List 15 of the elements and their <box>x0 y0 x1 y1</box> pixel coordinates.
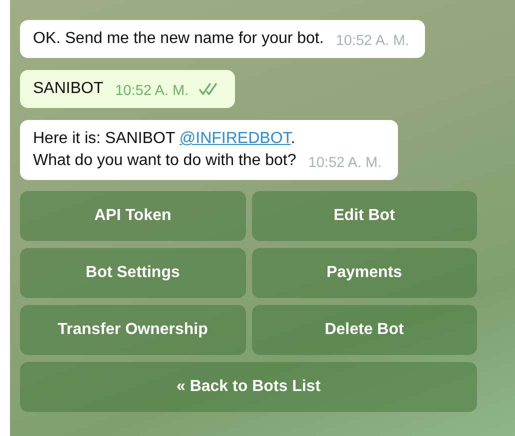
message-text: SANIBOT <box>33 79 104 99</box>
keyboard-button[interactable]: Delete Bot <box>252 305 477 355</box>
keyboard-button[interactable]: Payments <box>252 248 477 298</box>
message-text: Here it is: SANIBOT @INFIREDBOT. <box>33 129 296 149</box>
message-time: 10:52 A. M. <box>308 154 382 173</box>
message-text: What do you want to do with the bot? <box>33 151 296 171</box>
keyboard-button[interactable]: Edit Bot <box>252 191 477 241</box>
keyboard-button[interactable]: « Back to Bots List <box>20 362 477 412</box>
username-link[interactable]: @INFIREDBOT <box>179 130 291 147</box>
keyboard-button[interactable]: Bot Settings <box>20 248 246 298</box>
message-time: 10:52 A. M. <box>336 32 410 51</box>
keyboard-button[interactable]: API Token <box>20 191 246 241</box>
message-time: 10:52 A. M. <box>115 82 189 101</box>
message-text: OK. Send me the new name for your bot. <box>33 29 324 49</box>
keyboard-button[interactable]: Transfer Ownership <box>20 305 246 355</box>
